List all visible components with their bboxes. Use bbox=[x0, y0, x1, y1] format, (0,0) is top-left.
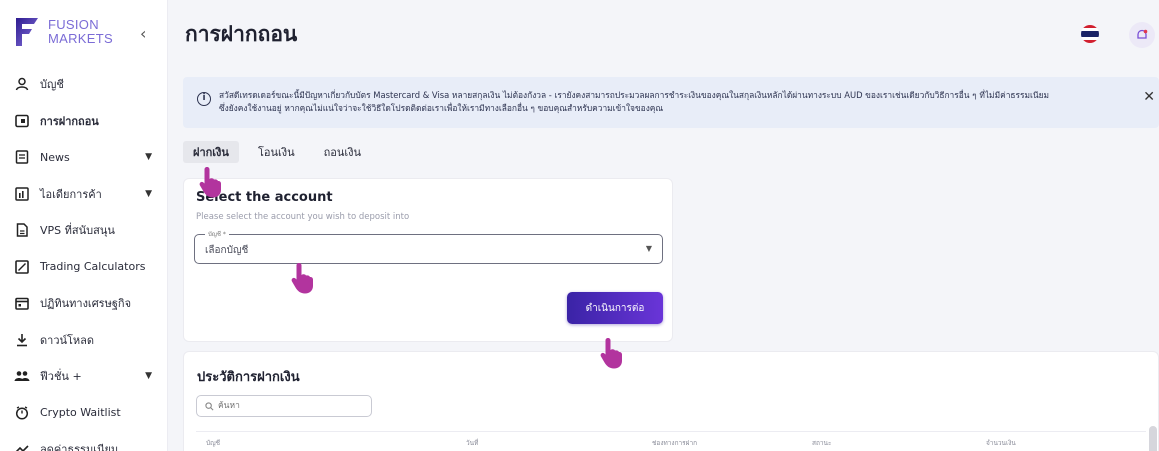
proceed-button[interactable]: ดำเนินการต่อ bbox=[567, 292, 663, 324]
chevron-down-icon[interactable]: ▼ bbox=[145, 152, 152, 162]
chart-icon bbox=[14, 186, 30, 202]
account-select-value: เลือกบัญชี bbox=[205, 245, 249, 256]
wallet-icon bbox=[14, 113, 30, 129]
sidebar-item-funds[interactable]: การฝากถอน bbox=[0, 103, 168, 140]
notice-text-line2: ซึ่งยังคงใช้งานอยู่ หากคุณไม่แน่ใจว่าจะใ… bbox=[219, 103, 664, 113]
sidebar-item-label: Crypto Waitlist bbox=[40, 406, 121, 420]
timer-icon bbox=[14, 405, 30, 421]
search-icon bbox=[205, 401, 214, 410]
sidebar-item-account[interactable]: บัญชี bbox=[0, 66, 168, 103]
column-header-account[interactable]: บัญชี bbox=[206, 438, 220, 448]
sidebar-collapse-button[interactable]: ‹ bbox=[140, 24, 146, 43]
chevron-down-icon[interactable]: ▼ bbox=[145, 371, 152, 381]
tab-transfer[interactable]: โอนเงิน bbox=[248, 141, 305, 163]
tab-deposit[interactable]: ฝากเงิน bbox=[183, 141, 239, 163]
sidebar-item-fusion-plus[interactable]: ฟีวชั่น + ▼ bbox=[0, 358, 168, 395]
history-title: ประวัติการฝากเงิน bbox=[197, 370, 300, 385]
thai-flag-icon[interactable] bbox=[1081, 25, 1099, 43]
sidebar-item-news[interactable]: News ▼ bbox=[0, 139, 168, 176]
chevron-down-icon: ▼ bbox=[645, 244, 652, 253]
sidebar-item-trade-ideas[interactable]: ไอเดียการค้า ▼ bbox=[0, 176, 168, 213]
sidebar-item-label: บัญชี bbox=[40, 78, 64, 92]
brand-line1: FUSION bbox=[48, 17, 99, 32]
sidebar-item-label: VPS ที่สนับสนุน bbox=[40, 224, 115, 238]
notice-text-line1: สวัสดีเทรดเดอร์ขณะนี้มีปัญหาเกี่ยวกับบัต… bbox=[219, 90, 1050, 100]
column-header-amount[interactable]: จำนวนเงิน bbox=[986, 438, 1016, 448]
pointer-hand-icon bbox=[291, 263, 313, 294]
sidebar-item-label: การฝากถอน bbox=[40, 114, 99, 128]
payment-notice-banner: i สวัสดีเทรดเดอร์ขณะนี้มีปัญหาเกี่ยวกับบ… bbox=[183, 77, 1159, 128]
column-header-status[interactable]: สถานะ bbox=[812, 438, 832, 448]
column-header-date[interactable]: วันที่ bbox=[466, 438, 478, 448]
sidebar: FUSION MARKETS ‹ บัญชี การฝากถอน News ▼ … bbox=[0, 0, 168, 451]
sidebar-item-label: Trading Calculators bbox=[40, 260, 146, 274]
brand-logo[interactable]: FUSION MARKETS bbox=[14, 16, 113, 48]
account-select-label: บัญชี * bbox=[205, 229, 229, 239]
notification-button[interactable] bbox=[1129, 22, 1155, 48]
funds-tabs: ฝากเงิน โอนเงิน ถอนเงิน bbox=[183, 141, 380, 163]
select-account-card: Select the account Please select the acc… bbox=[183, 178, 673, 342]
sidebar-nav: บัญชี การฝากถอน News ▼ ไอเดียการค้า ▼ VP… bbox=[0, 66, 168, 451]
brand-line2: MARKETS bbox=[48, 31, 113, 46]
download-icon bbox=[14, 332, 30, 348]
pointer-hand-icon bbox=[600, 338, 622, 369]
sidebar-item-label: ฟีวชั่น + bbox=[40, 370, 82, 384]
search-input[interactable] bbox=[218, 401, 358, 411]
brand-name: FUSION MARKETS bbox=[48, 18, 113, 46]
calendar-icon bbox=[14, 295, 30, 311]
sidebar-item-label: ไอเดียการค้า bbox=[40, 187, 102, 201]
fusion-logo-icon bbox=[14, 16, 40, 48]
sidebar-item-economic-calendar[interactable]: ปฏิทินทางเศรษฐกิจ bbox=[0, 285, 168, 322]
user-icon bbox=[14, 76, 30, 92]
sidebar-item-label: News bbox=[40, 150, 70, 164]
app-root: FUSION MARKETS ‹ บัญชี การฝากถอน News ▼ … bbox=[0, 0, 1159, 451]
account-select[interactable]: บัญชี * เลือกบัญชี ▼ bbox=[194, 229, 663, 264]
deposit-history-panel: ประวัติการฝากเงิน บัญชี วันที่ ช่องทางกา… bbox=[183, 351, 1159, 451]
history-search[interactable] bbox=[196, 395, 372, 417]
tab-withdraw[interactable]: ถอนเงิน bbox=[314, 141, 371, 163]
sidebar-item-label: ปฏิทินทางเศรษฐกิจ bbox=[40, 297, 132, 311]
sidebar-item-crypto-waitlist[interactable]: Crypto Waitlist bbox=[0, 395, 168, 432]
sidebar-item-calculators[interactable]: Trading Calculators bbox=[0, 249, 168, 286]
info-icon: i bbox=[197, 92, 211, 106]
history-scrollbar[interactable] bbox=[1149, 426, 1157, 451]
document-icon bbox=[14, 222, 30, 238]
page-title: การฝากถอน bbox=[185, 22, 298, 46]
news-icon bbox=[14, 149, 30, 165]
sidebar-item-fee-discount[interactable]: ลดค่าธรรมเนียม bbox=[0, 431, 168, 451]
sidebar-item-downloads[interactable]: ดาวน์โหลด bbox=[0, 322, 168, 359]
bell-icon bbox=[1137, 29, 1148, 39]
chevron-down-icon[interactable]: ▼ bbox=[145, 189, 152, 199]
history-table-header: บัญชี วันที่ ช่องทางการฝาก สถานะ จำนวนเง… bbox=[196, 431, 1146, 451]
sidebar-item-vps[interactable]: VPS ที่สนับสนุน bbox=[0, 212, 168, 249]
sidebar-item-label: ดาวน์โหลด bbox=[40, 333, 95, 347]
column-header-method[interactable]: ช่องทางการฝาก bbox=[652, 438, 697, 448]
pointer-hand-icon bbox=[199, 167, 221, 198]
card-subtitle: Please select the account you wish to de… bbox=[196, 212, 410, 222]
close-icon[interactable]: ✕ bbox=[1143, 90, 1155, 104]
calculator-icon bbox=[14, 259, 30, 275]
group-icon bbox=[14, 368, 30, 384]
discount-icon bbox=[14, 441, 30, 451]
sidebar-item-label: ลดค่าธรรมเนียม bbox=[40, 443, 119, 451]
